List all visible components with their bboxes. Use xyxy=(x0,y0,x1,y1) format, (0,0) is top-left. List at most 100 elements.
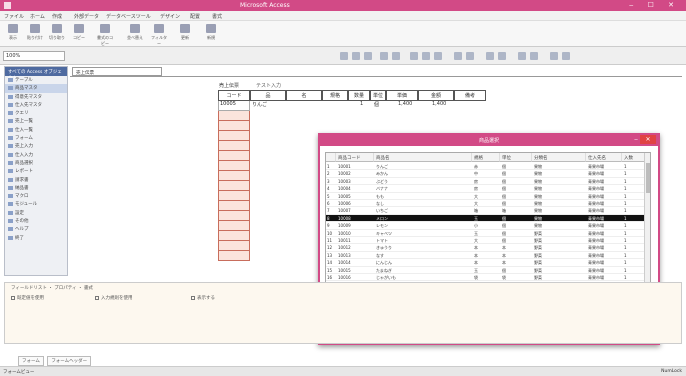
grid-row[interactable] xyxy=(218,231,250,241)
front-icon[interactable] xyxy=(550,52,558,60)
border-icon[interactable] xyxy=(454,52,462,60)
fill-color-icon[interactable] xyxy=(392,52,400,60)
row-amount[interactable]: 1,400 xyxy=(432,101,446,110)
menu-item[interactable]: 作成 xyxy=(52,13,62,20)
row-price[interactable]: 1,400 xyxy=(398,101,412,110)
col-quantity[interactable]: 入数 xyxy=(622,153,646,162)
nav-item[interactable]: 売上一覧 xyxy=(5,117,67,125)
nav-item[interactable]: 仕入先マスタ xyxy=(5,101,67,109)
nav-item[interactable]: 仕入一覧 xyxy=(5,126,67,134)
row-item-name[interactable]: りんご xyxy=(252,101,267,110)
format-painter-button[interactable]: 書式のコピー xyxy=(96,24,114,47)
window-controls[interactable]: ‒ ☐ ✕ xyxy=(629,1,680,9)
product-row[interactable]: 11 10011 トマト 大 個 野菜 青果市場 1 xyxy=(326,237,646,245)
grid-row[interactable] xyxy=(218,241,250,251)
cut-button[interactable]: 切り取り xyxy=(48,24,66,41)
col-spec[interactable]: 規格 xyxy=(472,153,500,162)
nav-item[interactable]: その他 xyxy=(5,217,67,225)
product-row[interactable]: 9 10009 レモン 小 個 果物 青果市場 1 xyxy=(326,222,646,230)
grid-row[interactable] xyxy=(218,151,250,161)
menu-item[interactable]: 配置 xyxy=(190,13,200,20)
nav-item[interactable]: フォーム xyxy=(5,134,67,142)
nav-header[interactable]: すべての Access オブジェクト xyxy=(5,67,67,81)
zoom-select[interactable]: 100% xyxy=(3,51,65,61)
underline-icon[interactable] xyxy=(364,52,372,60)
product-row[interactable]: 8 10008 メロン 玉 個 果物 青果市場 1 xyxy=(326,214,646,223)
option-checkbox[interactable]: 入力規則を使用 xyxy=(95,295,133,301)
grid-row[interactable] xyxy=(218,131,250,141)
nav-item[interactable]: レポート xyxy=(5,167,67,175)
grid-row[interactable] xyxy=(218,221,250,231)
product-row[interactable]: 7 10007 いちご 箱 箱 果物 青果市場 1 xyxy=(326,207,646,215)
nav-item[interactable]: 商品選択 xyxy=(5,159,67,167)
grid-icon[interactable] xyxy=(466,52,474,60)
refresh-button[interactable]: 更新 xyxy=(176,24,194,41)
option-checkbox[interactable]: 既定値を使用 xyxy=(11,295,44,301)
row-code[interactable]: 10005 xyxy=(220,101,236,110)
nav-item[interactable]: 得意先マスタ xyxy=(5,93,67,101)
nav-item[interactable]: モジュール xyxy=(5,200,67,208)
menu-item[interactable]: ファイル xyxy=(4,13,24,20)
product-row[interactable]: 12 10012 きゅうり 本 本 野菜 青果市場 1 xyxy=(326,244,646,252)
grid-row[interactable] xyxy=(218,121,250,131)
paste-button[interactable]: 貼り付け xyxy=(26,24,44,41)
align-left-icon[interactable] xyxy=(410,52,418,60)
product-row[interactable]: 10 10010 キャベツ 玉 個 野菜 青果市場 1 xyxy=(326,230,646,237)
nav-item[interactable]: マクロ xyxy=(5,192,67,200)
checkbox[interactable] xyxy=(191,295,195,300)
filter-button[interactable]: フィルター xyxy=(150,24,168,47)
grid-row[interactable] xyxy=(218,141,250,151)
row-qty[interactable]: 1 xyxy=(360,101,363,110)
property-tab[interactable]: フィールドリスト xyxy=(11,286,47,291)
grid-row[interactable] xyxy=(218,111,250,121)
size-icon[interactable] xyxy=(498,52,506,60)
new-button[interactable]: 新規 xyxy=(202,24,220,41)
object-tab[interactable]: フォームヘッダー xyxy=(47,356,92,366)
group-icon[interactable] xyxy=(518,52,526,60)
nav-item[interactable]: 納品書 xyxy=(5,184,67,192)
col-product-code[interactable]: 商品コード xyxy=(336,153,374,162)
nav-item[interactable]: 請求書 xyxy=(5,176,67,184)
grid-row[interactable] xyxy=(218,171,250,181)
col-product-name[interactable]: 商品名 xyxy=(374,153,472,162)
grid-row[interactable] xyxy=(218,211,250,221)
checkbox[interactable] xyxy=(11,295,15,300)
grid-row[interactable] xyxy=(218,181,250,191)
product-row[interactable]: 4 10004 バナナ 房 個 果物 青果市場 1 xyxy=(326,185,646,193)
copy-button[interactable]: コピー xyxy=(70,24,88,41)
col-supplier[interactable]: 仕入先名 xyxy=(586,153,622,162)
nav-item[interactable]: 終了 xyxy=(5,234,67,242)
menu-item[interactable]: 書式 xyxy=(212,13,222,20)
back-icon[interactable] xyxy=(562,52,570,60)
grid-row[interactable] xyxy=(218,191,250,201)
col-category[interactable]: 分類名 xyxy=(532,153,586,162)
product-row[interactable]: 3 10003 ぶどう 房 個 果物 青果市場 1 xyxy=(326,178,646,186)
product-row[interactable]: 6 10006 なし 大 個 果物 青果市場 1 xyxy=(326,200,646,208)
minimize-icon[interactable]: ‒ xyxy=(634,136,638,143)
product-row[interactable]: 13 10013 なす 本 本 野菜 青果市場 1 xyxy=(326,252,646,260)
product-row[interactable]: 5 10005 もも 大 個 果物 青果市場 1 xyxy=(326,193,646,200)
bold-icon[interactable] xyxy=(340,52,348,60)
menu-item[interactable]: ホーム xyxy=(30,13,45,20)
nav-item[interactable]: クエリ xyxy=(5,109,67,117)
view-button[interactable]: 表示 xyxy=(4,24,22,41)
product-row[interactable]: 14 10014 にんじん 本 本 野菜 青果市場 1 xyxy=(326,259,646,267)
menu-item[interactable]: 外部データ xyxy=(74,13,99,20)
property-tab[interactable]: プロパティ xyxy=(54,286,76,291)
font-color-icon[interactable] xyxy=(380,52,388,60)
scrollbar-thumb[interactable] xyxy=(646,163,650,193)
option-checkbox[interactable]: 表示する xyxy=(191,295,215,301)
nav-item[interactable]: ヘルプ xyxy=(5,225,67,233)
menu-item[interactable]: デザイン xyxy=(160,13,180,20)
grid-row[interactable] xyxy=(218,161,250,171)
product-row[interactable]: 16 10016 じゃがいも 袋 袋 野菜 青果市場 1 xyxy=(326,274,646,282)
product-row[interactable]: 1 10001 りんご 赤 個 果物 青果市場 1 xyxy=(326,163,646,171)
nav-item[interactable]: 仕入入力 xyxy=(5,151,67,159)
menu-item[interactable]: データベースツール xyxy=(106,13,151,20)
grid-row[interactable] xyxy=(218,251,250,261)
nav-item[interactable]: 売上入力 xyxy=(5,142,67,150)
col-unit[interactable]: 単位 xyxy=(500,153,532,162)
italic-icon[interactable] xyxy=(352,52,360,60)
nav-item[interactable]: 商品マスタ xyxy=(5,84,67,93)
close-icon[interactable]: ✕ xyxy=(640,135,656,144)
